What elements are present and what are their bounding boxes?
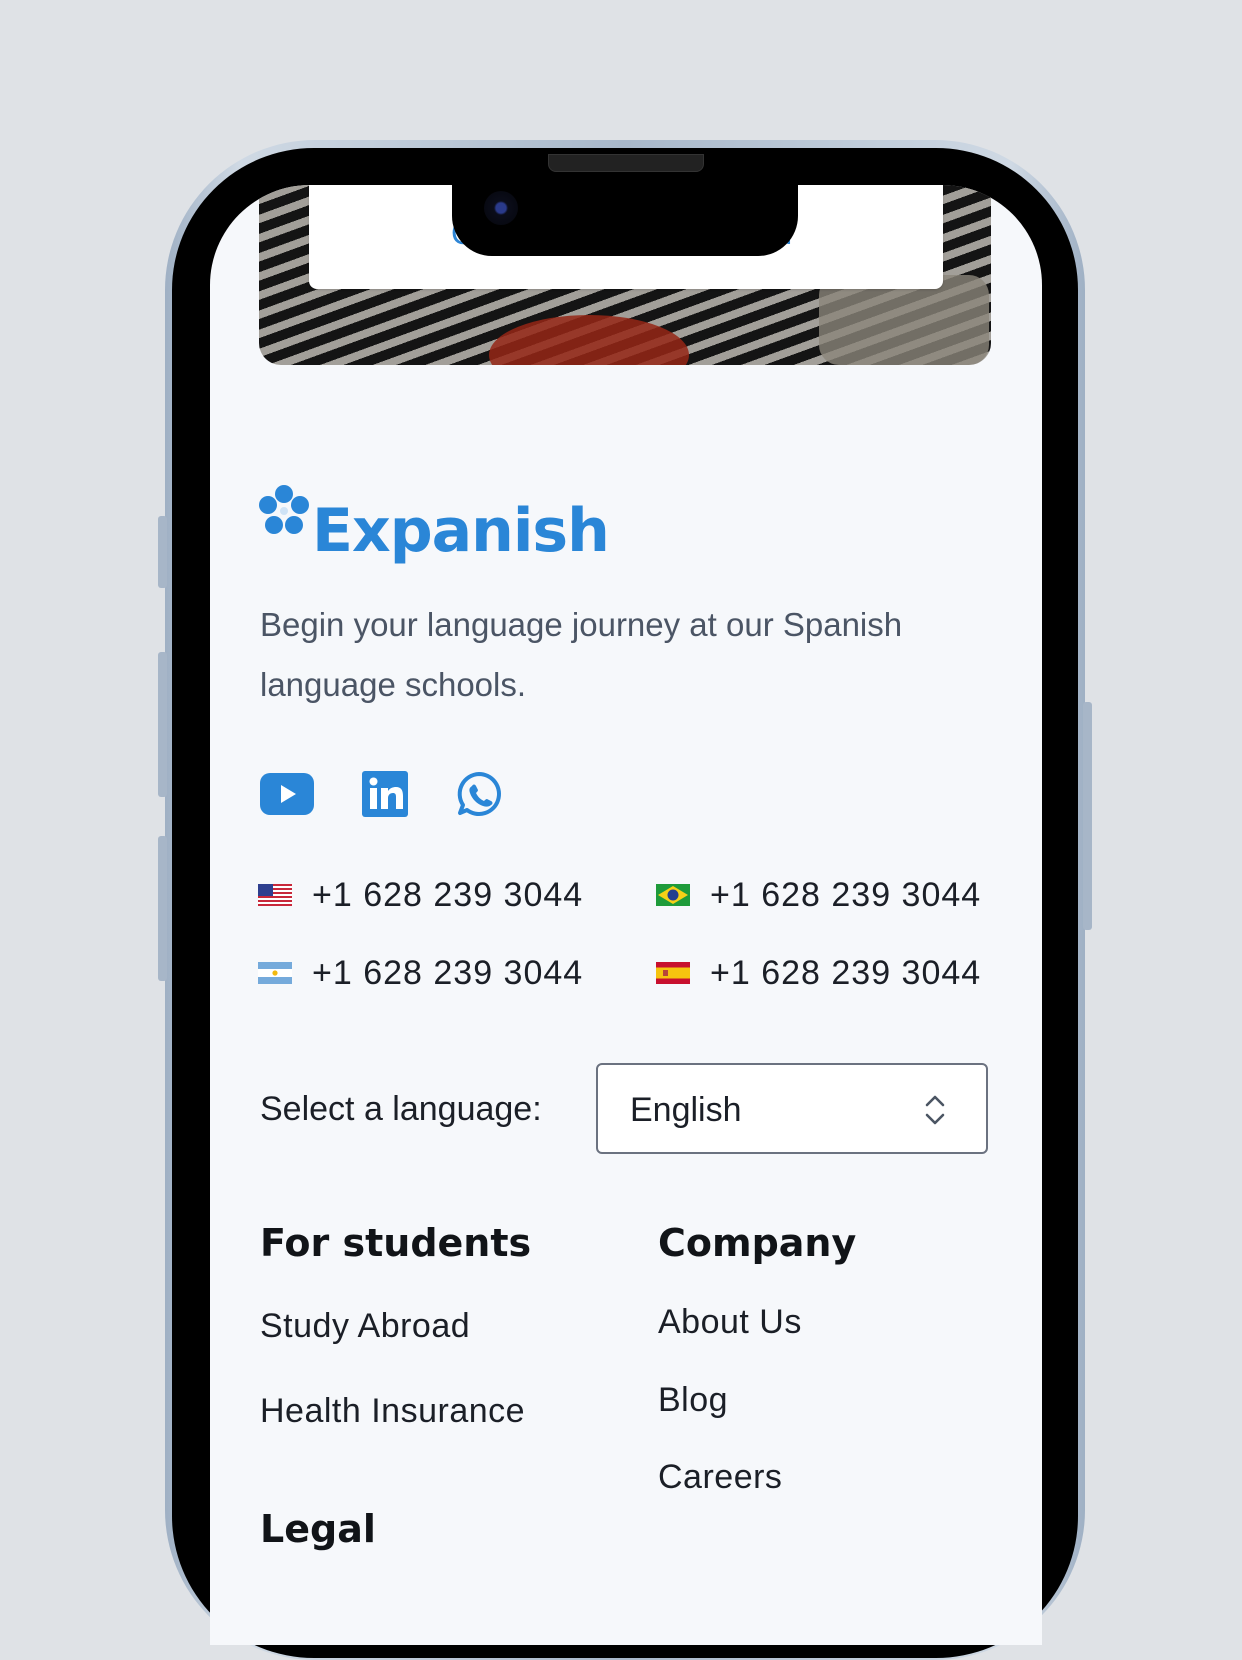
youtube-icon[interactable] [260, 773, 314, 820]
language-selector-row: Select a language: English [260, 1063, 992, 1158]
front-camera-icon [484, 191, 518, 225]
chevron-up-down-icon [925, 1095, 945, 1125]
company-heading: Company [658, 1221, 857, 1265]
phone-screen: C r Expanish Begin your language journey… [210, 185, 1042, 1645]
study-abroad-link[interactable]: Study Abroad [260, 1307, 470, 1346]
earpiece-speaker [548, 154, 704, 172]
volume-up-button [158, 652, 167, 797]
language-select[interactable]: English [596, 1063, 988, 1154]
spain-flag-icon [656, 962, 690, 984]
brand-logo[interactable]: Expanish [258, 485, 610, 566]
brand-tagline: Begin your language journey at our Spani… [260, 606, 903, 703]
power-button [1083, 702, 1092, 930]
language-select-value: English [630, 1091, 742, 1129]
blog-link[interactable]: Blog [658, 1381, 728, 1420]
about-us-link[interactable]: About Us [658, 1303, 802, 1342]
whatsapp-icon[interactable] [456, 771, 502, 822]
flower-logo-icon [259, 485, 309, 534]
us-flag-icon [258, 884, 292, 906]
volume-down-button [158, 836, 167, 981]
phone-numbers: +1 628 239 3044 +1 628 239 3044 +1 628 2… [258, 875, 998, 993]
phone-number-argentina: +1 628 239 3044 [312, 953, 584, 992]
phone-number-brazil: +1 628 239 3044 [710, 875, 982, 914]
brazil-flag-icon [656, 884, 690, 906]
phone-item-us[interactable]: +1 628 239 3044 [258, 875, 656, 915]
phone-item-spain[interactable]: +1 628 239 3044 [656, 953, 998, 993]
mute-switch [158, 516, 167, 588]
social-links [260, 771, 502, 822]
health-insurance-link[interactable]: Health Insurance [260, 1392, 525, 1431]
phone-number-us: +1 628 239 3044 [312, 875, 584, 914]
legal-heading: Legal [260, 1507, 376, 1551]
linkedin-icon[interactable] [362, 771, 408, 822]
brand-name: Expanish [312, 496, 610, 566]
careers-link[interactable]: Careers [658, 1458, 782, 1497]
phone-item-brazil[interactable]: +1 628 239 3044 [656, 875, 998, 915]
for-students-heading: For students [260, 1221, 532, 1265]
phone-item-argentina[interactable]: +1 628 239 3044 [258, 953, 656, 993]
phone-number-spain: +1 628 239 3044 [710, 953, 982, 992]
language-label: Select a language: [260, 1090, 542, 1128]
argentina-flag-icon [258, 962, 292, 984]
